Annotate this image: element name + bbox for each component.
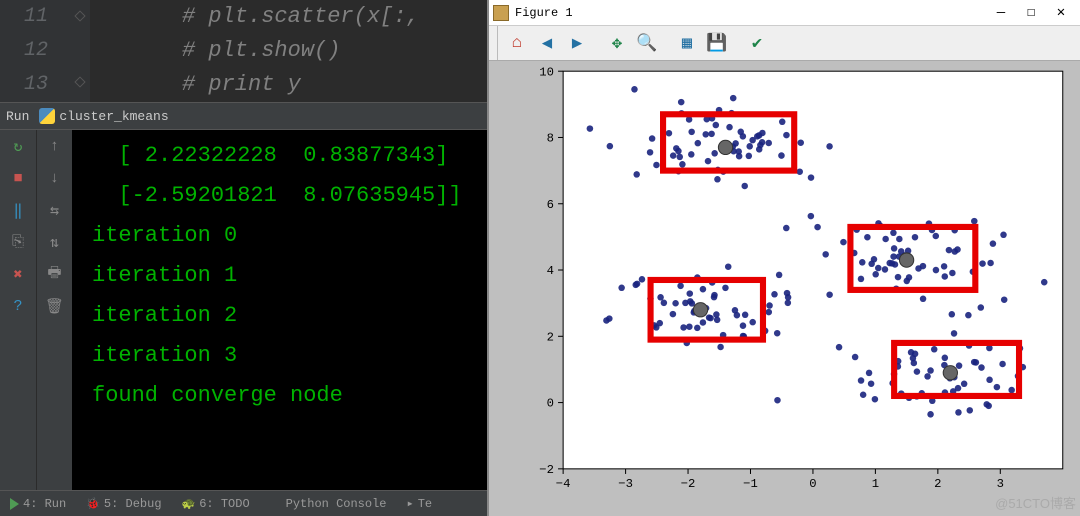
fold-gutter xyxy=(70,0,90,102)
svg-text:0: 0 xyxy=(547,397,554,411)
svg-text:6: 6 xyxy=(547,198,554,212)
run-toolbar-primary: ↻ ■ ‖ ⎘ ✖? xyxy=(0,130,36,490)
console-line: [-2.59201821 8.07635945]] xyxy=(92,176,487,216)
help-icon[interactable]: ? xyxy=(8,296,28,316)
watermark: @51CTO博客 xyxy=(995,493,1076,512)
console-output[interactable]: [ 2.22322228 0.83877343] [-2.59201821 8.… xyxy=(72,130,487,490)
window-titlebar[interactable]: Figure 1 — ☐ ✕ xyxy=(489,0,1080,25)
code-line: # print y xyxy=(182,68,487,102)
matplotlib-icon xyxy=(493,5,509,21)
bottom-tool-tabs: 4: Run🐞5: Debug🐢6: TODOPython Console▸Te xyxy=(0,490,487,516)
svg-text:−3: −3 xyxy=(618,477,633,491)
pan-icon[interactable]: ✥ xyxy=(603,29,631,57)
svg-text:1: 1 xyxy=(872,477,879,491)
code-line: # plt.show() xyxy=(182,34,487,68)
run-config-name[interactable]: cluster_kmeans xyxy=(59,109,168,124)
subplots-icon[interactable]: ▦ xyxy=(673,29,701,57)
svg-text:−1: −1 xyxy=(743,477,758,491)
run-toolbar-secondary: ↑ ↓ ⇆ ⇅ 🖶 🗑 xyxy=(36,130,72,490)
svg-text:0: 0 xyxy=(809,477,816,491)
home-icon[interactable]: ⌂ xyxy=(503,29,531,57)
console-line: iteration 2 xyxy=(92,296,487,336)
fold-marker-icon[interactable] xyxy=(74,10,85,21)
forward-icon[interactable]: ▶ xyxy=(563,29,591,57)
trash-icon[interactable]: 🗑 xyxy=(45,296,65,316)
line-number: 12 xyxy=(0,34,48,68)
line-number: 13 xyxy=(0,68,48,102)
down-icon[interactable]: ↓ xyxy=(45,168,65,188)
minimize-button[interactable]: — xyxy=(986,5,1016,21)
code-content[interactable]: # plt.scatter(x[:, # plt.show() # print … xyxy=(90,0,487,102)
fold-marker-icon[interactable] xyxy=(74,76,85,87)
status-tab[interactable]: 4: Run xyxy=(0,497,76,511)
rerun-icon[interactable]: ↻ xyxy=(8,136,28,156)
print-icon[interactable]: 🖶 xyxy=(45,264,65,284)
run-label[interactable]: Run xyxy=(0,109,35,124)
svg-text:−4: −4 xyxy=(556,477,571,491)
svg-text:−2: −2 xyxy=(681,477,696,491)
ok-icon[interactable]: ✔ xyxy=(743,29,771,57)
status-tab[interactable]: ▸Te xyxy=(396,496,442,511)
run-icon xyxy=(10,498,19,510)
status-tab[interactable]: 🐞5: Debug xyxy=(76,497,171,511)
python-icon xyxy=(39,108,55,124)
console-line: found converge node xyxy=(92,376,487,416)
plot-canvas[interactable]: −4 −3 −2 −1 0 1 2 3 −2 0 2 4 6 8 10 @51CTO博客 xyxy=(489,61,1080,516)
console-line: iteration 0 xyxy=(92,216,487,256)
svg-text:8: 8 xyxy=(547,132,554,146)
svg-text:−2: −2 xyxy=(539,463,554,477)
code-editor[interactable]: 11 12 13 # plt.scatter(x[:, # plt.show()… xyxy=(0,0,487,102)
softwrap-icon[interactable]: ⇅ xyxy=(45,232,65,252)
console-line: iteration 3 xyxy=(92,336,487,376)
ide-panel: 11 12 13 # plt.scatter(x[:, # plt.show()… xyxy=(0,0,487,516)
close-button[interactable]: ✕ xyxy=(1046,4,1076,21)
save-icon[interactable]: 💾 xyxy=(703,29,731,57)
console-line: [ 2.22322228 0.83877343] xyxy=(92,136,487,176)
matplotlib-toolbar: ⌂◀▶ ✥🔍 ▦💾 ✔ xyxy=(489,25,1080,61)
layout-icon[interactable]: ⎘ xyxy=(8,232,28,252)
svg-text:2: 2 xyxy=(547,330,554,344)
code-line: # plt.scatter(x[:, xyxy=(182,0,487,34)
scatter-plot: −4 −3 −2 −1 0 1 2 3 −2 0 2 4 6 8 10 xyxy=(504,61,1075,499)
grip-icon xyxy=(495,26,501,60)
svg-text:10: 10 xyxy=(539,65,554,79)
status-tab[interactable]: 🐢6: TODO xyxy=(172,497,260,511)
svg-text:3: 3 xyxy=(997,477,1004,491)
up-icon[interactable]: ↑ xyxy=(45,136,65,156)
run-tab-bar: Run cluster_kmeans xyxy=(0,102,487,130)
svg-text:4: 4 xyxy=(547,264,554,278)
back-icon[interactable]: ◀ xyxy=(533,29,561,57)
figure-window: Figure 1 — ☐ ✕ ⌂◀▶ ✥🔍 ▦💾 ✔ −4 −3 −2 −1 0 1 2 3 −2 0 2… xyxy=(487,0,1080,516)
line-number: 11 xyxy=(0,0,48,34)
stop-icon[interactable]: ■ xyxy=(8,168,28,188)
svg-text:2: 2 xyxy=(934,477,941,491)
swap-icon[interactable]: ⇆ xyxy=(45,200,65,220)
console-line: iteration 1 xyxy=(92,256,487,296)
close-icon[interactable]: ✖ xyxy=(8,264,28,284)
zoom-icon[interactable]: 🔍 xyxy=(633,29,661,57)
maximize-button[interactable]: ☐ xyxy=(1016,4,1046,21)
window-title: Figure 1 xyxy=(515,6,573,20)
status-tab[interactable]: Python Console xyxy=(260,497,397,511)
pause-icon[interactable]: ‖ xyxy=(8,200,28,220)
line-gutter: 11 12 13 xyxy=(0,0,70,102)
